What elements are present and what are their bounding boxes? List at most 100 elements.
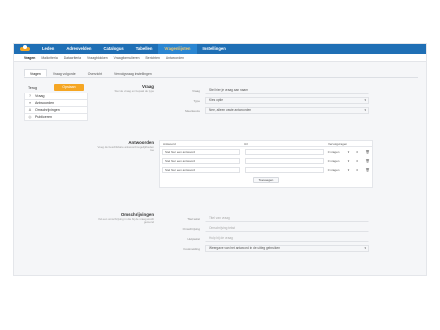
select-value: 0 vragen <box>327 149 340 154</box>
followup-select[interactable]: 0 vragen ▾ <box>328 149 350 155</box>
vraag-section-label: Vraag Stel de vraag en bepaal de type <box>94 84 155 93</box>
column-header-url: Url <box>244 141 248 146</box>
question-icon: ? <box>29 94 31 98</box>
field-label: Vraag <box>192 88 200 93</box>
field-label: Omschrijving <box>182 226 200 231</box>
subnav-item-datacriteria[interactable]: Datacriteria <box>64 56 81 60</box>
subnav-item-berichten[interactable]: Berichten <box>146 56 160 60</box>
nav-item-tabellen[interactable]: Tabellen <box>130 44 159 54</box>
tab-overzicht[interactable]: Overzicht <box>82 69 108 77</box>
menu-item-omschrijvingen[interactable]: A Omschrijvingen <box>24 107 88 114</box>
field-label: Type <box>193 98 200 103</box>
field-titel: Titel tekst Titel van vraag <box>159 215 369 222</box>
type-select[interactable]: Kies optie ▾ <box>205 97 369 104</box>
chevron-down-icon: ▾ <box>347 167 350 172</box>
menu-item-label: Vraag <box>35 94 45 98</box>
field-foutmelding: Foutmelding Weergave van het antwoord in… <box>159 245 369 252</box>
select-value: Nee, alleen vaste antwoorden <box>209 108 252 112</box>
list-icon: ≡ <box>28 101 32 105</box>
menu-item-label: Antwoorden <box>35 101 55 105</box>
trash-icon[interactable]: 🗑 <box>365 150 370 154</box>
field-label: Foutmelding <box>183 246 200 251</box>
trash-icon[interactable]: 🗑 <box>365 159 370 163</box>
subnav-item-vragen[interactable]: Vragen <box>24 56 35 60</box>
subnav-item-vraagblokken[interactable]: Vraagblokken <box>87 56 108 60</box>
url-input[interactable] <box>245 148 324 155</box>
chevron-down-icon: ▾ <box>347 158 350 163</box>
subnav-item-vraagformulieren[interactable]: Vraagformulieren <box>114 56 140 60</box>
antwoorden-section-desc: Voeg de beschikbare antwoordmogelijkhede… <box>97 145 154 153</box>
field-omschrijving: Omschrijving Omschrijving tekst <box>159 225 369 232</box>
vraag-section-desc: Stel de vraag en bepaal de type <box>114 89 155 93</box>
save-button[interactable]: Opslaan <box>54 84 84 91</box>
tab-vraag-volgorde[interactable]: Vraag volgorde <box>47 69 82 77</box>
text-icon: A <box>28 108 32 112</box>
field-label: Meerkeuze <box>185 108 200 113</box>
meerkeuze-select[interactable]: Nee, alleen vaste antwoorden ▾ <box>205 107 369 114</box>
url-input[interactable] <box>245 157 324 164</box>
answer-input[interactable]: Stel hier een antwoord <box>162 166 241 173</box>
menu-header: Terug Opslaan <box>24 84 88 91</box>
subnav-item-mailcriteria[interactable]: Mailcriteria <box>41 56 57 60</box>
followup-select[interactable]: 0 vragen ▾ <box>328 167 350 173</box>
field-type: Type Kies optie ▾ <box>159 97 369 104</box>
column-header-antwoord: Antwoord <box>163 141 176 146</box>
select-value: 0 vragen <box>327 158 340 163</box>
app-window: Leden Adresvelden Catalogus Tabellen Vra… <box>13 43 427 276</box>
field-meerkeuze: Meerkeuze Nee, alleen vaste antwoorden ▾ <box>159 107 369 114</box>
subnav-item-antwoorden[interactable]: Antwoorden <box>166 56 184 60</box>
omschrijving-section-label: Omschrijvingen Vul een omschrijving in d… <box>94 212 154 225</box>
tab-divider <box>24 77 418 78</box>
url-input[interactable] <box>245 166 324 173</box>
publish-icon: ◎ <box>28 115 32 119</box>
hulptekst-input[interactable]: Hulp bij de vraag <box>205 235 369 242</box>
select-value: Kies optie <box>209 98 223 102</box>
tab-vragen[interactable]: Vragen <box>24 69 47 77</box>
chevron-down-icon: ▾ <box>364 246 366 250</box>
menu-item-label: Omschrijvingen <box>35 108 60 112</box>
omschrijving-section-desc: Vul een omschrijving in die bij de vraag… <box>97 217 154 225</box>
add-answer-button[interactable]: Toevoegen <box>253 177 279 183</box>
chevron-down-icon: ▾ <box>364 98 366 102</box>
answer-input[interactable]: Stel hier een antwoord <box>162 157 241 164</box>
field-vraag: Vraag Stel hier je vraag aan naam <box>159 87 369 94</box>
menu-item-label: Publiceren <box>35 115 52 119</box>
foutmelding-select[interactable]: Weergave van het antwoord in de uitleg g… <box>205 245 369 252</box>
answer-row: Stel hier een antwoord 0 vragen ▾ 0 🗑 <box>160 165 372 174</box>
nav-item-instellingen[interactable]: Instellingen <box>197 44 232 54</box>
omschrijving-input[interactable]: Omschrijving tekst <box>205 225 369 232</box>
trash-icon[interactable]: 🗑 <box>365 168 370 172</box>
select-value: Weergave van het antwoord in de uitleg g… <box>209 246 280 250</box>
section-menu: Terug Opslaan ? Vraag ≡ Antwoorden A Oms… <box>24 84 88 121</box>
answer-input[interactable]: Stel hier een antwoord <box>162 148 241 155</box>
chevron-down-icon: ▾ <box>364 108 366 112</box>
nav-item-leden[interactable]: Leden <box>36 44 60 54</box>
menu-item-publiceren[interactable]: ◎ Publiceren <box>24 114 88 121</box>
top-navigation: Leden Adresvelden Catalogus Tabellen Vra… <box>14 44 426 54</box>
nav-item-adresvelden[interactable]: Adresvelden <box>60 44 97 54</box>
logo[interactable] <box>14 44 36 54</box>
sub-navigation: Vragen Mailcriteria Datacriteria Vraagbl… <box>14 54 426 62</box>
field-label: Hulptekst <box>187 236 200 241</box>
followup-select[interactable]: 0 vragen ▾ <box>328 158 350 164</box>
antwoorden-panel: Antwoord Url Vervolgvragen Stel hier een… <box>159 140 373 188</box>
tab-bar: Vragen Vraag volgorde Overzicht Vervolgv… <box>24 69 158 77</box>
chevron-down-icon: ▾ <box>347 149 350 154</box>
answer-row: Stel hier een antwoord 0 vragen ▾ 0 🗑 <box>160 156 372 165</box>
answer-row: Stel hier een antwoord 0 vragen ▾ 0 🗑 <box>160 147 372 156</box>
menu-item-antwoorden[interactable]: ≡ Antwoorden <box>24 100 88 107</box>
field-hulptekst: Hulptekst Hulp bij de vraag <box>159 235 369 242</box>
vraag-panel: Vraag Stel hier je vraag aan naam Type K… <box>159 84 373 117</box>
antwoorden-section-label: Antwoorden Voeg de beschikbare antwoordm… <box>94 140 154 153</box>
field-label: Titel tekst <box>187 216 200 221</box>
select-value: 0 vragen <box>327 167 340 172</box>
followup-count: 0 <box>356 167 359 172</box>
menu-item-vraag[interactable]: ? Vraag <box>24 93 88 100</box>
nav-item-vragenlijsten[interactable]: Vragenlijsten <box>158 44 197 54</box>
nav-item-catalogus[interactable]: Catalogus <box>97 44 129 54</box>
back-link[interactable]: Terug <box>24 86 54 90</box>
followup-count: 0 <box>356 158 359 163</box>
titel-input[interactable]: Titel van vraag <box>205 215 369 222</box>
vraag-input[interactable]: Stel hier je vraag aan naam <box>205 87 369 94</box>
tab-vervolgvraag-instellingen[interactable]: Vervolgvraag instellingen <box>108 69 158 77</box>
